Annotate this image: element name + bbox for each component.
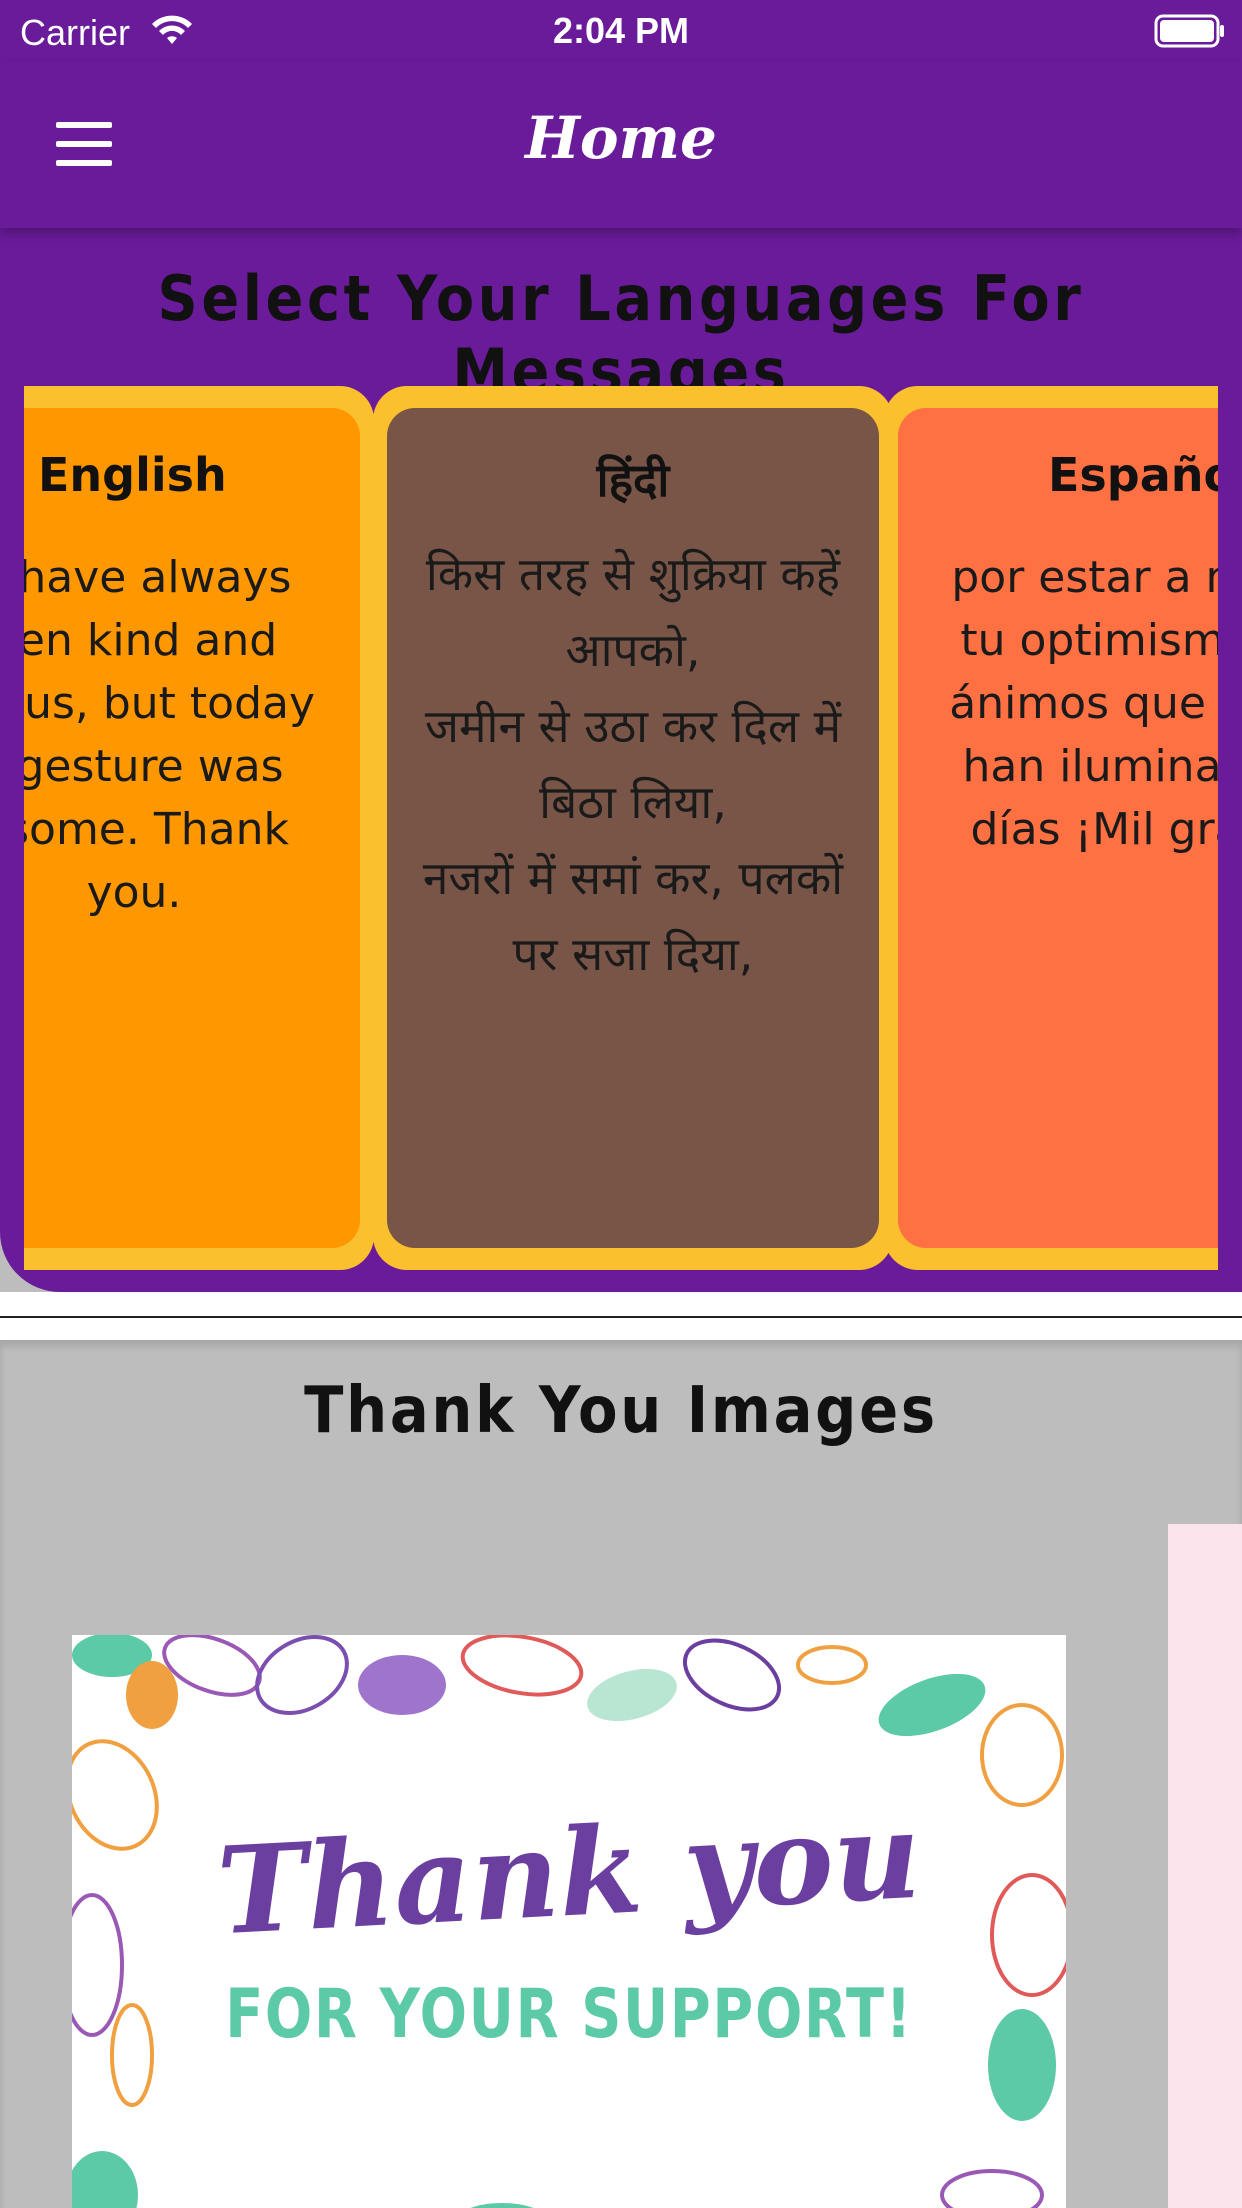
- card-message: por estar a mi tu optimismo ánimos que m…: [949, 552, 1218, 855]
- card-language-label: हिंदी: [596, 453, 670, 507]
- navigation-bar: Home: [0, 62, 1242, 228]
- card-message: किस तरह से शुक्रिया कहें आपको, जमीन से उ…: [422, 547, 844, 981]
- images-heading: Thank You Images: [304, 1374, 938, 1448]
- battery-icon: [1154, 14, 1224, 48]
- languages-section: Select Your Languages For Messages Engli…: [0, 228, 1242, 1292]
- page-title: Home: [525, 104, 717, 172]
- language-card-english[interactable]: English u have always een kind and erous…: [24, 386, 374, 1270]
- next-image-card[interactable]: F: [1168, 1524, 1242, 2208]
- card-language-label: Español: [1048, 448, 1218, 502]
- language-card-hindi[interactable]: हिंदी किस तरह से शुक्रिया कहें आपको, जमी…: [373, 386, 893, 1270]
- image-subtitle-text: FOR YOUR SUPPORT!: [225, 1975, 913, 2054]
- images-section: Thank You Images Thank you FOR YOUR SUPP…: [0, 1340, 1242, 2208]
- divider: [0, 1316, 1242, 1318]
- status-time: 2:04 PM: [552, 10, 690, 51]
- status-bar: Carrier 2:04 PM: [0, 0, 1242, 62]
- language-card-spanish[interactable]: Español por estar a mi tu optimismo ánim…: [884, 386, 1218, 1270]
- card-language-label: English: [38, 448, 227, 502]
- thank-you-image-card[interactable]: Thank you FOR YOUR SUPPORT!: [72, 1635, 1066, 2208]
- language-carousel[interactable]: English u have always een kind and erous…: [24, 386, 1218, 1270]
- card-message: u have always een kind and erous, but to…: [24, 552, 316, 918]
